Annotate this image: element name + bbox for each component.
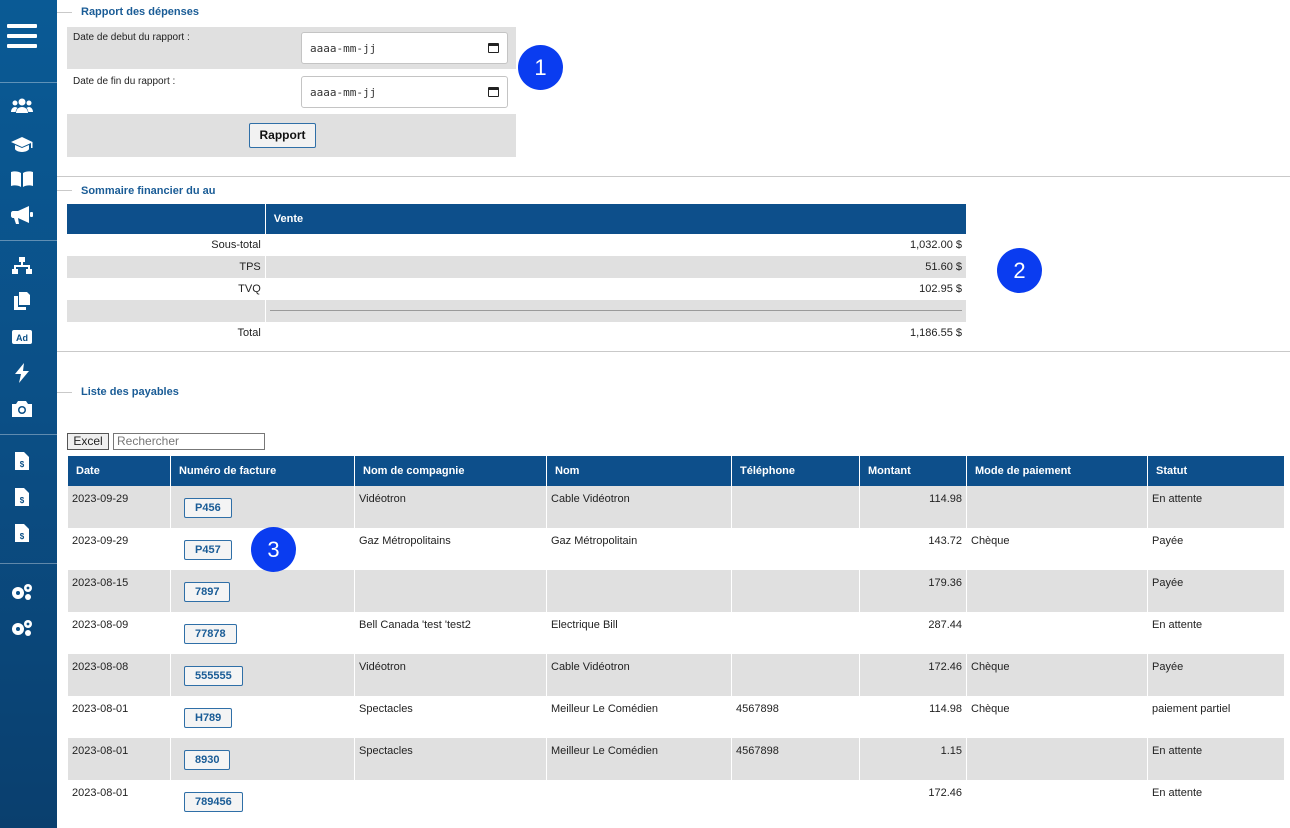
ad-icon[interactable]: Ad (0, 326, 44, 348)
report-form: Date de debut du rapport : aaaa-mm-jj Da… (67, 27, 516, 157)
invoice-button[interactable]: P456 (184, 498, 232, 518)
rapport-button[interactable]: Rapport (249, 123, 316, 148)
table-row: 2023-08-01 H789 Spectacles Meilleur Le C… (68, 696, 1284, 738)
payables-section-title: Liste des payables (77, 386, 183, 398)
users-icon[interactable] (0, 95, 44, 117)
col-header-name[interactable]: Nom (547, 456, 731, 486)
table-row: 2023-08-08 555555 Vidéotron Cable Vidéot… (68, 654, 1284, 696)
svg-text:$: $ (20, 532, 25, 541)
svg-text:$: $ (20, 460, 25, 469)
sidebar: Ad $ $ $ (0, 0, 57, 828)
invoice-button[interactable]: 8930 (184, 750, 231, 770)
table-row: 2023-09-29 P456 Vidéotron Cable Vidéotro… (68, 486, 1284, 528)
graduation-cap-icon[interactable] (0, 133, 44, 155)
svg-text:$: $ (20, 496, 25, 505)
camera-icon[interactable] (0, 398, 44, 420)
col-header-date[interactable]: Date (68, 456, 170, 486)
start-date-input[interactable]: aaaa-mm-jj (301, 32, 508, 64)
invoice-button[interactable]: 77878 (184, 624, 237, 644)
col-header-invoice[interactable]: Numéro de facture (171, 456, 354, 486)
col-header-amount[interactable]: Montant (860, 456, 966, 486)
file-invoice-dollar-icon[interactable]: $ (0, 486, 44, 508)
step-marker-3: 3 (251, 527, 296, 572)
step-marker-1: 1 (518, 45, 563, 90)
table-row: 2023-08-15 7897 179.36 Payée (68, 570, 1284, 612)
step-marker-2: 2 (997, 248, 1042, 293)
summary-row: TVQ 102.95 $ (238, 283, 962, 295)
summary-table: Vente Sous-total 1,032.00 $ TPS 51.60 $ … (67, 204, 966, 344)
invoice-button[interactable]: H789 (184, 708, 233, 728)
file-invoice-dollar-icon[interactable]: $ (0, 450, 44, 472)
col-header-status[interactable]: Statut (1148, 456, 1284, 486)
invoice-button[interactable]: 555555 (184, 666, 243, 686)
menu-icon[interactable] (0, 22, 44, 50)
end-date-label: Date de fin du rapport : (67, 71, 296, 113)
report-section-title: Rapport des dépenses (77, 6, 203, 18)
bullhorn-icon[interactable] (0, 204, 44, 226)
calendar-icon[interactable] (488, 43, 499, 53)
table-row: 2023-08-09 77878 Bell Canada 'test 'test… (68, 612, 1284, 654)
col-header-phone[interactable]: Téléphone (732, 456, 859, 486)
summary-divider-row (67, 300, 966, 322)
cogs-icon[interactable] (0, 617, 44, 639)
invoice-button[interactable]: P457 (184, 540, 232, 560)
bolt-icon[interactable] (0, 362, 44, 384)
start-date-label: Date de debut du rapport : (67, 27, 296, 69)
invoice-button[interactable]: 7897 (184, 582, 231, 602)
payables-table: Date Numéro de facture Nom de compagnie … (67, 456, 1285, 822)
search-input[interactable]: Rechercher (113, 433, 265, 450)
copy-icon[interactable] (0, 290, 44, 312)
summary-row: TPS 51.60 $ (67, 256, 966, 278)
svg-text:Ad: Ad (16, 333, 28, 343)
invoice-button[interactable]: 789456 (184, 792, 243, 812)
cogs-icon[interactable] (0, 581, 44, 603)
sitemap-icon[interactable] (0, 255, 44, 277)
col-header-payment-mode[interactable]: Mode de paiement (967, 456, 1147, 486)
summary-column-header: Vente (265, 204, 966, 234)
divider (269, 310, 962, 311)
table-row: 2023-08-01 789456 172.46 En attente (68, 780, 1284, 822)
summary-row: Sous-total 1,032.00 $ (211, 239, 962, 251)
summary-section-title: Sommaire financier du au (77, 185, 220, 197)
table-row: 2023-08-01 8930 Spectacles Meilleur Le C… (68, 738, 1284, 780)
summary-total-row: Total 1,186.55 $ (237, 327, 962, 339)
file-invoice-dollar-icon[interactable]: $ (0, 522, 44, 544)
col-header-company[interactable]: Nom de compagnie (355, 456, 546, 486)
excel-button[interactable]: Excel (67, 433, 109, 450)
end-date-input[interactable]: aaaa-mm-jj (301, 76, 508, 108)
calendar-icon[interactable] (488, 87, 499, 97)
book-icon[interactable] (0, 168, 44, 190)
